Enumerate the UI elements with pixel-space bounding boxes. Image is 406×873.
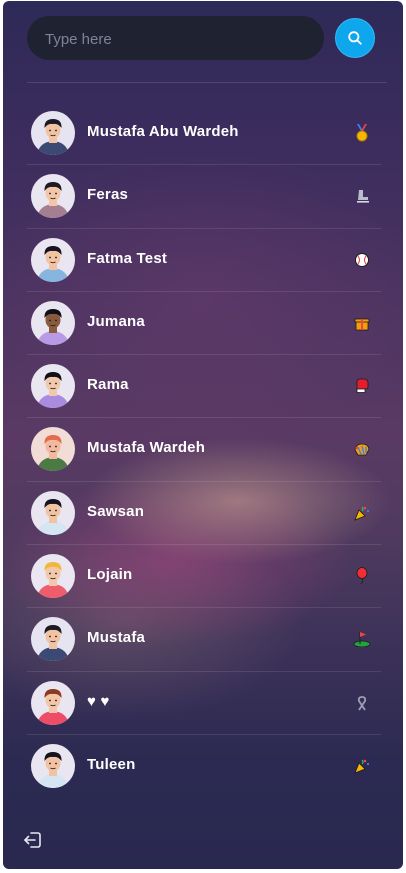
avatar — [31, 617, 75, 662]
balloon-icon — [353, 567, 371, 585]
contact-name: Mustafa Wardeh — [87, 439, 206, 457]
contact-row[interactable]: Fatma Test — [27, 229, 381, 292]
avatar — [31, 490, 75, 535]
contact-name: Sawsan — [87, 502, 145, 520]
party-popper-icon — [353, 504, 371, 522]
contact-name: Fatma Test — [87, 249, 168, 267]
gift-icon — [353, 314, 371, 332]
logout-button[interactable] — [23, 830, 43, 850]
contact-row[interactable]: Lojain — [27, 545, 381, 609]
golf-flag-icon — [353, 630, 371, 648]
contact-name: Jumana — [87, 312, 145, 330]
avatar — [31, 111, 75, 155]
avatar — [31, 554, 75, 599]
contact-row[interactable]: Mustafa Abu Wardeh — [27, 102, 381, 166]
medal-icon — [353, 124, 371, 142]
contact-row[interactable]: Sawsan — [27, 482, 381, 546]
avatar — [31, 743, 75, 788]
logout-icon — [24, 832, 41, 848]
search-icon — [348, 31, 362, 45]
search-input[interactable] — [43, 16, 317, 62]
contact-name: Lojain — [87, 566, 133, 584]
search-bar — [27, 16, 324, 62]
contact-row[interactable]: Tuleen — [27, 735, 381, 798]
contact-name: Rama — [87, 376, 129, 394]
avatar — [31, 237, 75, 282]
contact-row[interactable]: Feras — [27, 165, 381, 229]
contact-name: Mustafa — [87, 629, 146, 647]
avatar — [31, 300, 75, 345]
contact-name: Mustafa Abu Wardeh — [87, 123, 239, 140]
contact-name: Feras — [87, 186, 129, 204]
baseball-icon — [353, 251, 371, 269]
contact-row[interactable]: Jumana — [27, 292, 381, 356]
boxing-glove-icon — [353, 377, 371, 395]
search-button[interactable] — [335, 18, 375, 58]
contact-row[interactable]: Mustafa — [27, 608, 381, 672]
pinata-icon — [353, 440, 371, 458]
avatar — [31, 427, 75, 472]
avatar — [31, 364, 75, 409]
avatar — [31, 680, 75, 725]
contacts-panel: Mustafa Abu Wardeh Feras Fatma Test Jumana R… — [3, 1, 403, 869]
party-popper-icon — [353, 757, 371, 775]
contact-name: Tuleen — [87, 755, 136, 773]
divider — [27, 82, 387, 83]
ice-skate-icon — [353, 187, 371, 205]
contact-row[interactable]: Mustafa Wardeh — [27, 418, 381, 482]
ribbon-icon — [353, 694, 371, 712]
contact-name: ♥ ♥ — [87, 692, 110, 710]
avatar — [31, 174, 75, 219]
contact-row[interactable]: Rama — [27, 355, 381, 419]
contact-list: Mustafa Abu Wardeh Feras Fatma Test Jumana R… — [27, 102, 381, 798]
contact-row[interactable]: ♥ ♥ — [27, 672, 381, 735]
